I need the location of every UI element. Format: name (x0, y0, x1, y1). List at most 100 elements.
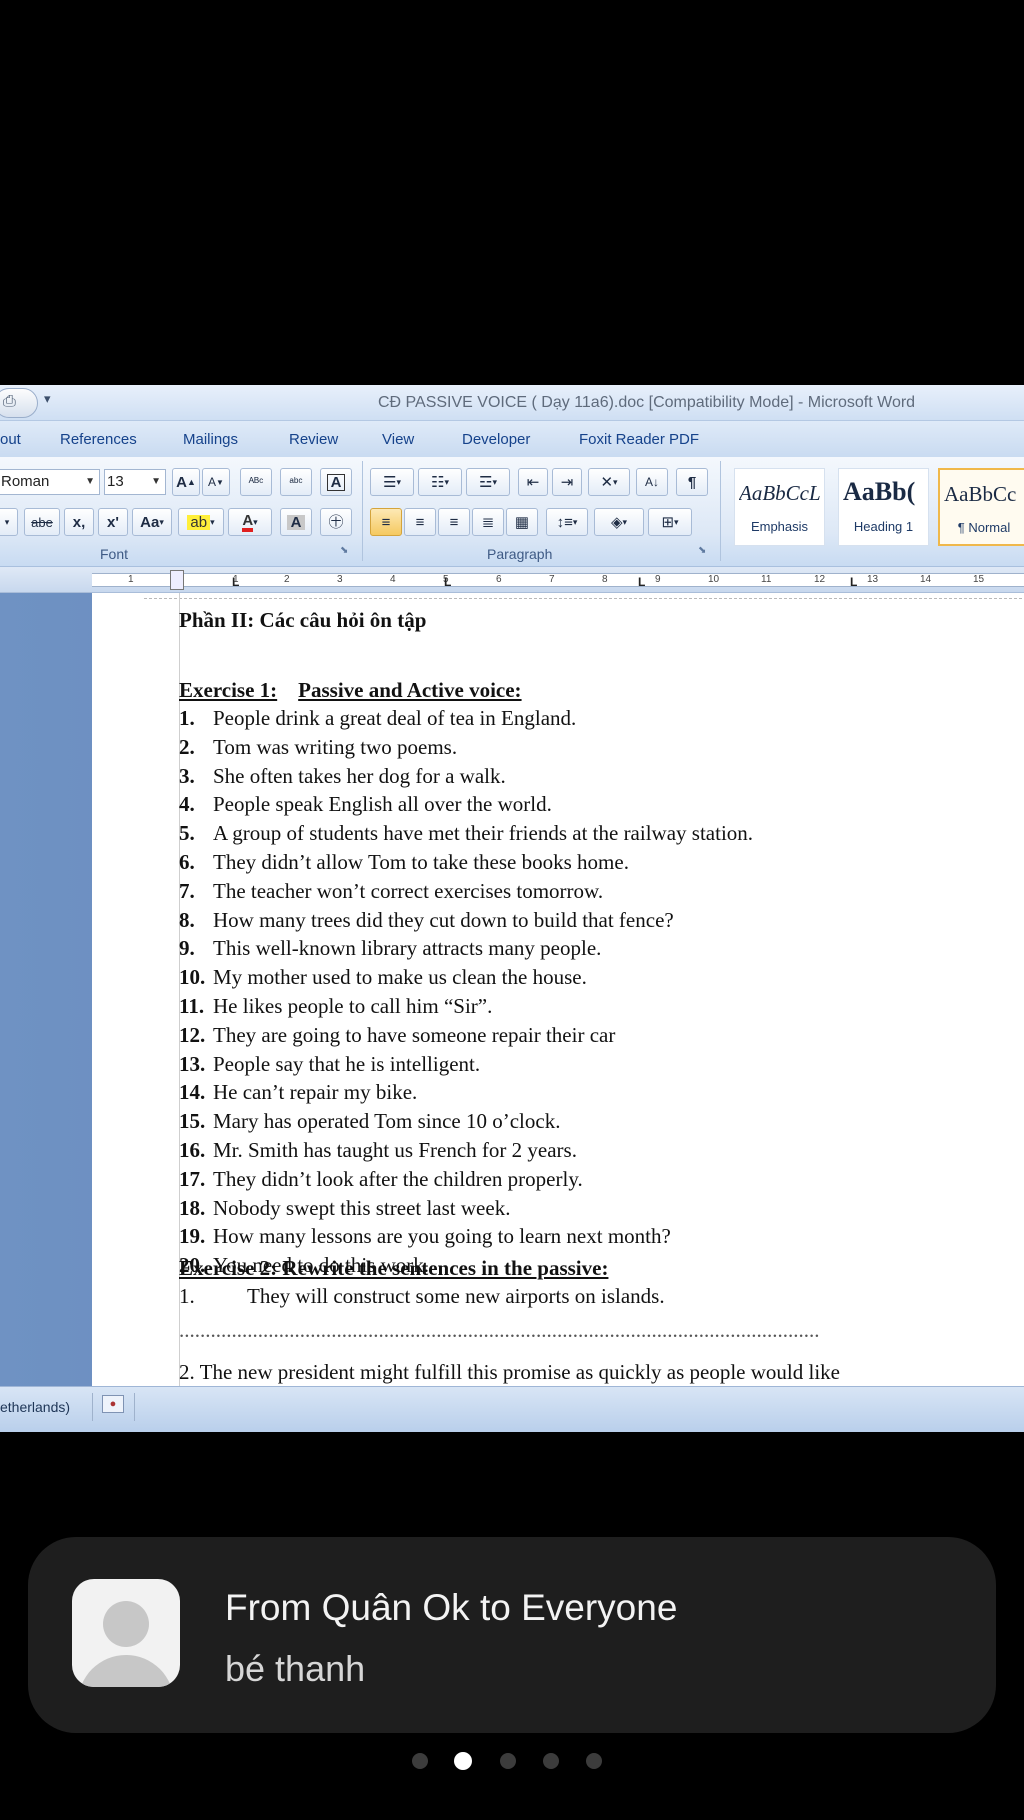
paragraph-dialog-launcher-icon[interactable]: ⬊ (698, 545, 706, 556)
style-normal[interactable]: AaBbCc ¶ Normal (938, 468, 1024, 546)
page-dot[interactable] (412, 1753, 428, 1769)
paragraph-group-label: Paragraph (487, 546, 553, 562)
exercise2-item-partial: 2. The new president might fulfill this … (179, 1360, 840, 1384)
borders-button[interactable]: ⊞ ▾ (648, 508, 692, 536)
list-item-number: 6. (179, 850, 195, 874)
ruler-number: 13 (867, 574, 879, 585)
exercise1-heading: Exercise 1: Passive and Active voice: (179, 678, 522, 702)
macro-record-icon[interactable]: ● (102, 1395, 124, 1413)
style-heading-1[interactable]: AaBb( Heading 1 (838, 468, 929, 546)
status-separator (134, 1393, 135, 1421)
list-item: 8. How many trees did they cut down to bu… (179, 907, 674, 933)
list-item-text: People drink a great deal of tea in Engl… (213, 706, 577, 730)
list-item-text: He can’t repair my bike. (213, 1080, 418, 1105)
distributed-button[interactable]: ▦ (506, 508, 538, 536)
ruler-number: 10 (708, 574, 720, 585)
character-border-button[interactable]: A (320, 468, 352, 496)
grow-font-button[interactable]: A ▲ (172, 468, 200, 496)
pilcrow-icon: ¶ (687, 473, 697, 491)
shading-button[interactable]: ◈ ▾ (594, 508, 644, 536)
document-page[interactable]: Phần II: Các câu hỏi ôn tập Exercise 1: … (92, 593, 1024, 1386)
style-emphasis[interactable]: AaBbCcL Emphasis (734, 468, 825, 546)
page-dot-active[interactable] (454, 1752, 472, 1770)
decrease-indent-button[interactable]: ⇤ (518, 468, 548, 496)
list-item: 5. A group of students have met their fri… (179, 820, 753, 846)
tab-mailings[interactable]: Mailings (183, 431, 238, 448)
chat-notification[interactable]: From Quân Ok to Everyone bé thanh (28, 1537, 996, 1733)
shrink-font-button[interactable]: A ▼ (202, 468, 230, 496)
indent-marker-handle[interactable] (170, 570, 184, 590)
align-center-button[interactable]: ≡ (404, 508, 436, 536)
text-highlight-abc-button[interactable]: ᵃᵇᶜ (280, 468, 312, 496)
tab-developer[interactable]: Developer (462, 431, 530, 448)
list-item: 1. People drink a great deal of tea in En… (179, 705, 576, 731)
subscript-button[interactable]: x, (64, 508, 94, 536)
list-item-text: A group of students have met their frien… (213, 821, 754, 846)
section-title: Phần II: Các câu hỏi ôn tập (179, 608, 427, 632)
font-name-box[interactable]: Roman ▼ (0, 469, 100, 495)
distributed-icon: ▦ (514, 513, 530, 531)
tab-references[interactable]: References (60, 431, 137, 448)
font-color-button[interactable]: A ▾ (228, 508, 272, 536)
tab-stop-marker[interactable]: L (232, 575, 239, 589)
sort-button[interactable]: A↓ (636, 468, 668, 496)
list-item-text: They didn’t allow Tom to take these book… (213, 850, 629, 874)
align-right-button[interactable]: ≡ (438, 508, 470, 536)
font-size-box[interactable]: 13 ▼ (104, 469, 166, 495)
tab-foxit-reader-pdf[interactable]: Foxit Reader PDF (579, 431, 699, 448)
tab-page-layout[interactable]: out (0, 431, 21, 448)
window-title: CĐ PASSIVE VOICE ( Dạy 11a6).doc [Compat… (378, 394, 916, 411)
clear-formatting-button[interactable]: ᴬᴮᶜ (240, 468, 272, 496)
list-item-number: 13. (179, 1051, 206, 1076)
answer-line: ........................................… (179, 1318, 820, 1342)
person-icon (103, 1601, 149, 1647)
highlighter-icon: ab (187, 514, 211, 530)
list-item-number: 2. (179, 734, 195, 759)
clear-formatting-icon: ᴬᴮᶜ (248, 475, 264, 489)
tab-review[interactable]: Review (289, 431, 338, 448)
list-item-number: 18. (179, 1195, 206, 1220)
superscript-button[interactable]: x' (98, 508, 128, 536)
status-bar: etherlands) ● (0, 1386, 1024, 1432)
page-dot[interactable] (543, 1753, 559, 1769)
title-bar: ⎙ ▾ CĐ PASSIVE VOICE ( Dạy 11a6).doc [Co… (0, 385, 1024, 421)
page-dot[interactable] (586, 1753, 602, 1769)
multilevel-list-button[interactable]: ☲ ▾ (466, 468, 510, 496)
document-area[interactable]: Phần II: Các câu hỏi ôn tập Exercise 1: … (0, 593, 1024, 1386)
tab-stop-marker[interactable]: L (638, 575, 645, 589)
status-language[interactable]: etherlands) (0, 1399, 70, 1415)
tab-view[interactable]: View (382, 431, 414, 448)
font-dropdown-button[interactable]: ▾ (0, 508, 18, 536)
list-item-text: The teacher won’t correct exercises tomo… (213, 878, 604, 903)
office-button[interactable]: ⎙ (0, 388, 38, 418)
align-left-button[interactable]: ≡ (370, 508, 402, 536)
strikethrough-button[interactable]: abe (24, 508, 60, 536)
style-preview: AaBbCcL (739, 481, 821, 505)
list-item: 2. Tom was writing two poems. (179, 734, 457, 760)
increase-indent-button[interactable]: ⇥ (552, 468, 582, 496)
list-item-text: People say that he is intelligent. (213, 1051, 481, 1076)
horizontal-ruler[interactable]: 1 2 3 4 5 6 7 8 9 10 11 12 13 14 15 1 L … (0, 567, 1024, 593)
tab-stop-marker[interactable]: L (850, 575, 857, 589)
style-name: Heading 1 (853, 519, 914, 534)
tab-stop-marker[interactable]: L (444, 575, 451, 589)
character-shading-button[interactable]: A (280, 508, 312, 536)
asian-layout-button[interactable]: ✕ ▾ (588, 468, 630, 496)
highlight-color-button[interactable]: ab ▾ (178, 508, 224, 536)
quick-access-customize-icon[interactable]: ▾ (44, 391, 51, 407)
font-dialog-launcher-icon[interactable]: ⬊ (340, 545, 348, 556)
justify-button[interactable]: ≣ (472, 508, 504, 536)
sort-az-icon: A↓ (644, 475, 659, 489)
chevron-down-icon: ▼ (151, 476, 161, 487)
change-case-button[interactable]: Aa ▾ (132, 508, 172, 536)
numbering-button[interactable]: ☷ ▾ (418, 468, 462, 496)
grow-font-icon: A (176, 473, 187, 491)
show-formatting-marks-button[interactable]: ¶ (676, 468, 708, 496)
bullets-button[interactable]: ☰ ▾ (370, 468, 414, 496)
list-item-text: This well-known library attracts many pe… (213, 936, 602, 961)
notification-title: From Quân Ok to Everyone (225, 1587, 678, 1628)
line-spacing-button[interactable]: ↕≡ ▾ (546, 508, 588, 536)
page-dot[interactable] (500, 1753, 516, 1769)
list-item: 6. They didn’t allow Tom to take these bo… (179, 849, 629, 875)
enclose-characters-button[interactable]: ㊉ (320, 508, 352, 536)
